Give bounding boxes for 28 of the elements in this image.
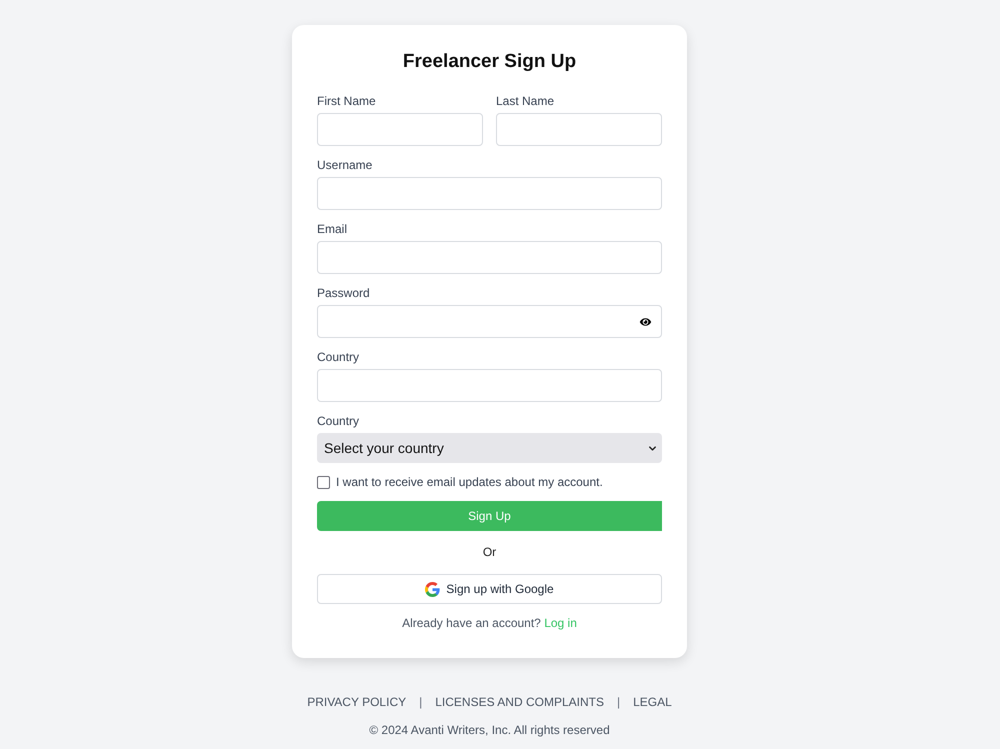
field-label: Email [317, 221, 348, 237]
eye-icon[interactable] [639, 317, 652, 327]
google-sign-up-button[interactable]: Sign up with Google [317, 574, 662, 604]
field-label: Country [317, 349, 360, 365]
field-label: Last Name [496, 93, 556, 109]
field-label: Username [317, 157, 374, 173]
input-field[interactable] [317, 113, 483, 146]
checkbox[interactable] [317, 476, 330, 488]
login-prompt: Already have an account? Log in [401, 615, 578, 631]
password-field[interactable] [317, 305, 662, 338]
field-label: Password [317, 285, 371, 301]
checkbox-label: I want to receive email updates about my account. [336, 474, 603, 490]
g-logo-icon [425, 582, 440, 596]
input-field[interactable] [496, 113, 662, 146]
footer-separator: | [616, 694, 622, 710]
input-field[interactable] [317, 177, 662, 210]
input-field[interactable] [317, 369, 662, 402]
copyright-text: © 2024 Avanti Writers, Inc. All rights reserved [369, 722, 610, 738]
footer-separator: | [418, 694, 424, 710]
field-label: Country [317, 413, 360, 429]
country-select[interactable]: Select your country [317, 433, 662, 463]
field-label: First Name [317, 93, 377, 109]
footer-link[interactable]: PRIVACY POLICY [307, 694, 406, 710]
form-title: Freelancer Sign Up [402, 50, 578, 74]
or-divider-text: Or [482, 544, 496, 560]
footer-link[interactable]: LICENSES AND COMPLAINTS [435, 694, 604, 710]
input-field[interactable] [317, 241, 662, 274]
footer-link[interactable]: LEGAL [633, 694, 672, 710]
